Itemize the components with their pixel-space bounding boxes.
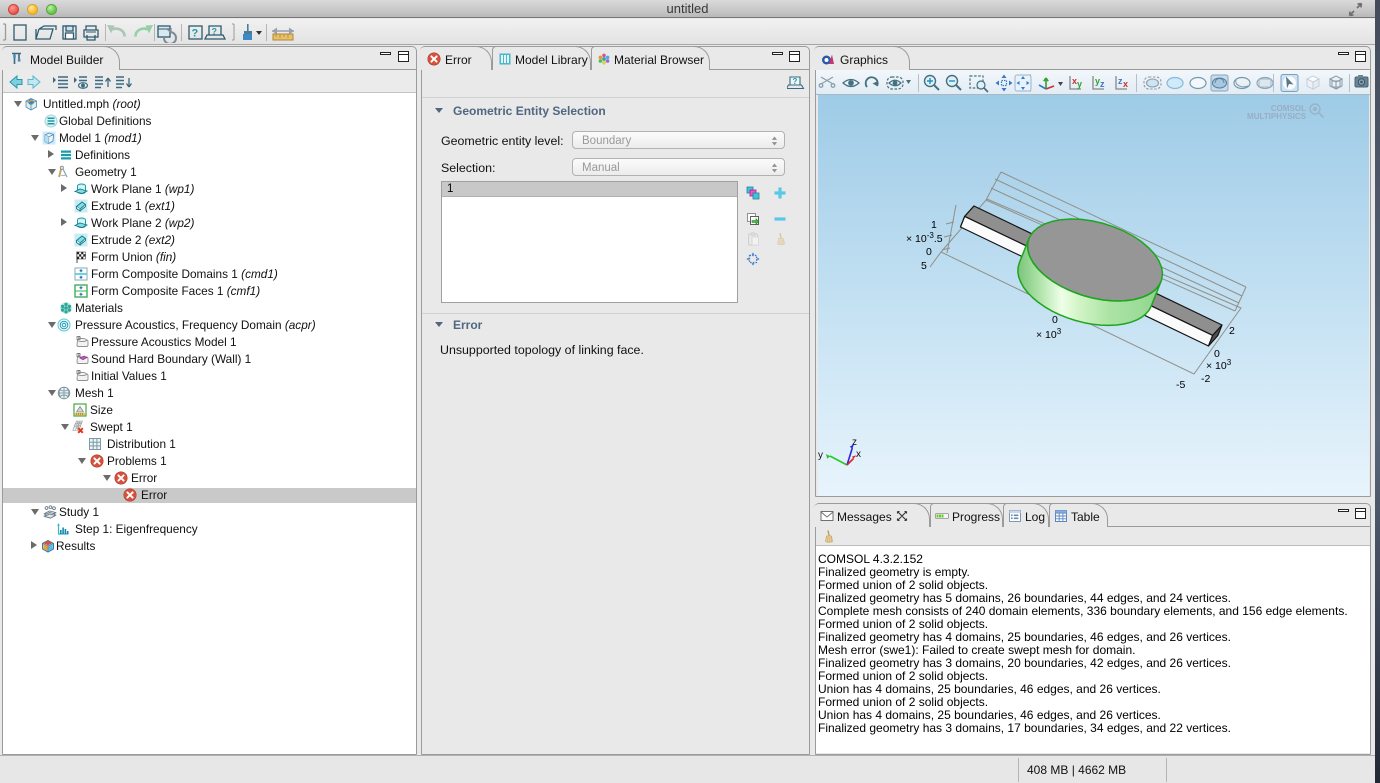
svg-text:z: z: [852, 437, 857, 448]
svg-text:5: 5: [921, 260, 927, 272]
svg-text:× 10-3.5: × 10-3.5: [906, 231, 943, 245]
svg-text:z: z: [1100, 79, 1105, 89]
svg-text:-2: -2: [1201, 373, 1210, 385]
svg-text:y: y: [1077, 79, 1082, 89]
svg-text:0: 0: [926, 246, 932, 258]
svg-text:?: ?: [192, 28, 199, 40]
svg-text:x: x: [1123, 79, 1128, 89]
svg-text:y: y: [818, 450, 823, 461]
svg-text:MULTIPHYSICS: MULTIPHYSICS: [1247, 112, 1307, 121]
svg-text:-5: -5: [1176, 379, 1185, 391]
svg-text:0: 0: [1214, 348, 1220, 360]
svg-text:1: 1: [931, 219, 937, 231]
svg-text:?: ?: [212, 27, 218, 37]
svg-text:x: x: [856, 449, 861, 460]
svg-text:0: 0: [1052, 314, 1058, 326]
svg-text:2: 2: [1229, 325, 1235, 337]
svg-text:?: ?: [793, 77, 798, 86]
